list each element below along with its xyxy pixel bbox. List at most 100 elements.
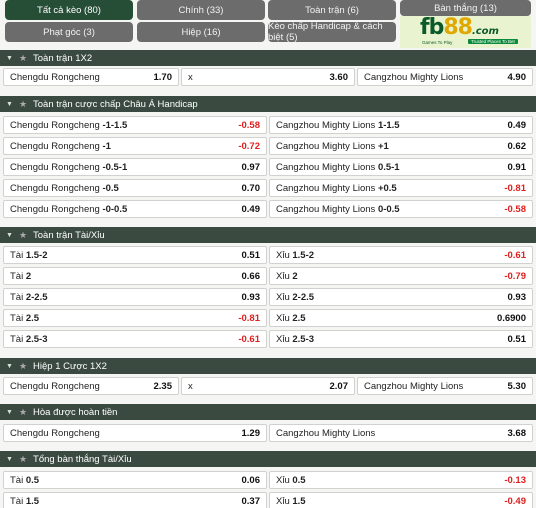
selection-name: Xỉu: [276, 495, 290, 507]
collapse-caret-icon[interactable]: ▼: [6, 232, 13, 239]
section-header-asian-handicap[interactable]: ▼ ★ Toàn trận cược chấp Châu Á Handicap: [0, 96, 536, 112]
odds-cell[interactable]: Xỉu 2-2.5 0.93: [269, 288, 533, 306]
tab-handicap[interactable]: Kèo chấp Handicap & cách biệt (5): [268, 21, 396, 43]
odds-cell[interactable]: Cangzhou Mighty Lions +1 0.62: [269, 137, 533, 155]
odds-cell[interactable]: Tài 2.5 -0.81: [3, 309, 267, 327]
selection-line: 1.5: [292, 495, 306, 507]
odds-cell[interactable]: Xỉu 2.5-3 0.51: [269, 330, 533, 348]
selection-name: Tài: [10, 291, 24, 303]
odds-cell[interactable]: Chengdu Rongcheng -0.5 0.70: [3, 179, 267, 197]
odds-cell[interactable]: Xỉu 2 -0.79: [269, 267, 533, 285]
star-icon[interactable]: ★: [19, 99, 27, 110]
selection-label: Xỉu 1.5: [276, 496, 306, 507]
selection-line: -1: [102, 140, 111, 152]
selection-label: Xỉu 2: [276, 271, 298, 282]
odds-cell[interactable]: Xỉu 1.5-2 -0.61: [269, 246, 533, 264]
odds-value: 0.49: [241, 203, 261, 215]
selection-name: Chengdu Rongcheng: [10, 119, 100, 131]
selection-name: Xỉu: [276, 333, 290, 345]
section-header-first-half-1x2[interactable]: ▼ ★ Hiệp 1 Cược 1X2: [0, 358, 536, 374]
odds-cell[interactable]: Chengdu Rongcheng 2.35: [3, 377, 179, 395]
odds-cell[interactable]: Xỉu 0.5 -0.13: [269, 471, 533, 489]
odds-cell[interactable]: Tài 2 0.66: [3, 267, 267, 285]
fb88-logo[interactable]: fb88.com Games To Play Trusted Places To…: [400, 16, 531, 48]
collapse-caret-icon[interactable]: ▼: [6, 409, 13, 416]
odds-cell[interactable]: Cangzhou Mighty Lions 3.68: [269, 424, 533, 442]
odds-value: -0.13: [504, 474, 526, 486]
odds-value: -0.72: [238, 140, 260, 152]
odds-value: 0.51: [241, 249, 261, 261]
star-icon[interactable]: ★: [19, 230, 27, 241]
selection-name: Tài: [10, 333, 24, 345]
selection-label: Tài 2.5-3: [10, 334, 48, 345]
selection-name: Xỉu: [276, 312, 290, 324]
odds-cell[interactable]: Tài 0.5 0.06: [3, 471, 267, 489]
tab-main[interactable]: Chính (33): [137, 0, 265, 20]
tab-goals[interactable]: Bàn thắng (13): [400, 0, 531, 16]
odds-cell[interactable]: Cangzhou Mighty Lions 5.30: [357, 377, 533, 395]
collapse-caret-icon[interactable]: ▼: [6, 55, 13, 62]
odds-cell[interactable]: Xỉu 2.5 0.6900: [269, 309, 533, 327]
odds-cell[interactable]: Cangzhou Mighty Lions 0-0.5 -0.58: [269, 200, 533, 218]
selection-line: 2.5-3: [25, 333, 48, 345]
odds-value: 0.97: [241, 161, 261, 173]
selection-label: Chengdu Rongcheng -0.5-1: [10, 162, 127, 173]
odds-cell[interactable]: Chengdu Rongcheng 1.29: [3, 424, 267, 442]
tab-full-time[interactable]: Toàn trận (6): [268, 0, 396, 20]
selection-line: 2.5: [25, 312, 40, 324]
selection-label: Chengdu Rongcheng -0.5: [10, 183, 119, 194]
odds-cell[interactable]: x 2.07: [181, 377, 355, 395]
odds-cell[interactable]: Cangzhou Mighty Lions 1-1.5 0.49: [269, 116, 533, 134]
odds-cell[interactable]: Tài 1.5-2 0.51: [3, 246, 267, 264]
odds-value: -0.58: [504, 203, 526, 215]
odds-cell[interactable]: x 3.60: [181, 68, 355, 86]
odds-value: -0.61: [238, 333, 260, 345]
star-icon[interactable]: ★: [19, 53, 27, 64]
tab-all[interactable]: Tất cả kèo (80): [5, 0, 133, 20]
odds-value: 0.93: [507, 291, 527, 303]
selection-line: -0-0.5: [102, 203, 128, 215]
odds-cell[interactable]: Tài 2-2.5 0.93: [3, 288, 267, 306]
odds-cell[interactable]: Chengdu Rongcheng -0.5-1 0.97: [3, 158, 267, 176]
selection-label: Chengdu Rongcheng -1: [10, 141, 111, 152]
odds-cell[interactable]: Chengdu Rongcheng -1-1.5 -0.58: [3, 116, 267, 134]
odds-cell[interactable]: Tài 2.5-3 -0.61: [3, 330, 267, 348]
tab-half[interactable]: Hiệp (16): [137, 22, 265, 42]
odds-cell[interactable]: Xỉu 1.5 -0.49: [269, 492, 533, 508]
odds-value: 0.06: [241, 474, 261, 486]
section-header-fulltime-1x2[interactable]: ▼ ★ Toàn trận 1X2: [0, 50, 536, 66]
odds-cell[interactable]: Chengdu Rongcheng 1.70: [3, 68, 179, 86]
selection-name: Tài: [10, 312, 24, 324]
selection-line: 1.5-2: [292, 249, 315, 261]
section-header-draw-no-bet[interactable]: ▼ ★ Hòa được hoàn tiền: [0, 404, 536, 420]
selection-name: Xỉu: [276, 270, 290, 282]
selection-name: Cangzhou Mighty Lions: [276, 203, 376, 215]
selection-line: -0.5: [102, 182, 119, 194]
tab-corners[interactable]: Phạt góc (3): [5, 22, 133, 42]
selection-line: 2-2.5: [25, 291, 48, 303]
star-icon[interactable]: ★: [19, 407, 27, 418]
odds-cell[interactable]: Tài 1.5 0.37: [3, 492, 267, 508]
selection-label: Tài 0.5: [10, 475, 39, 486]
odds-cell[interactable]: Chengdu Rongcheng -0-0.5 0.49: [3, 200, 267, 218]
collapse-caret-icon[interactable]: ▼: [6, 363, 13, 370]
odds-cell[interactable]: Cangzhou Mighty Lions 0.5-1 0.91: [269, 158, 533, 176]
odds-cell[interactable]: Cangzhou Mighty Lions 4.90: [357, 68, 533, 86]
selection-line: 2: [292, 270, 298, 282]
selection-label: Tài 1.5: [10, 496, 39, 507]
selection-name: Cangzhou Mighty Lions: [276, 182, 376, 194]
selection-label: Chengdu Rongcheng -0-0.5: [10, 204, 127, 215]
section-header-total-goals[interactable]: ▼ ★ Tổng bàn thắng Tài/Xỉu: [0, 451, 536, 467]
selection-name: Xỉu: [276, 249, 290, 261]
star-icon[interactable]: ★: [19, 361, 27, 372]
odds-cell[interactable]: Chengdu Rongcheng -1 -0.72: [3, 137, 267, 155]
odds-value: 0.91: [507, 161, 527, 173]
selection-line: 0.5-1: [377, 161, 400, 173]
selection-name: Cangzhou Mighty Lions: [276, 119, 376, 131]
selection-line: 0-0.5: [377, 203, 400, 215]
odds-cell[interactable]: Cangzhou Mighty Lions +0.5 -0.81: [269, 179, 533, 197]
star-icon[interactable]: ★: [19, 454, 27, 465]
section-header-over-under[interactable]: ▼ ★ Toàn trận Tài/Xỉu: [0, 227, 536, 243]
collapse-caret-icon[interactable]: ▼: [6, 101, 13, 108]
collapse-caret-icon[interactable]: ▼: [6, 456, 13, 463]
